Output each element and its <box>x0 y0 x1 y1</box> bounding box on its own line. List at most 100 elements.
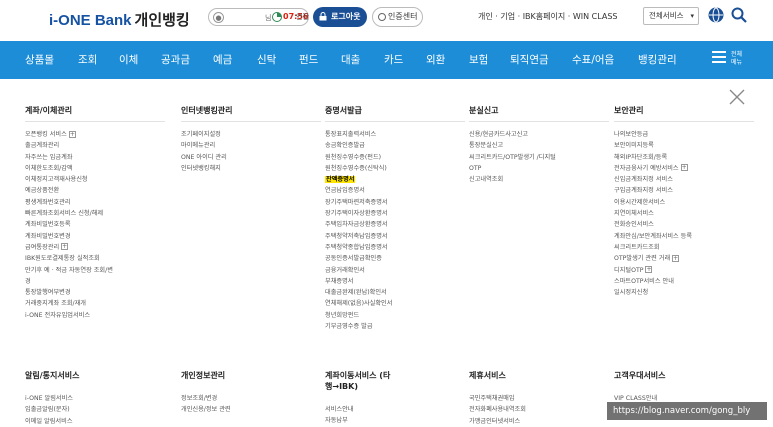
menu-link[interactable]: 금융거래확인서 <box>325 265 465 276</box>
menu-link[interactable]: 신용/현금카드사고신고 <box>469 129 609 140</box>
menu-link[interactable]: 연체해제(없음)사실확인서 <box>325 298 465 309</box>
menu-link[interactable]: 자동납부 <box>325 415 465 426</box>
menu-link[interactable]: 보안이미지등록 <box>614 140 754 151</box>
nav-item-pension[interactable]: 퇴직연금 <box>510 41 549 79</box>
top-links[interactable]: 개인 · 기업 · IBK홈페이지 · WIN CLASS <box>478 11 618 22</box>
search-icon[interactable] <box>731 7 747 23</box>
menu-link[interactable]: 전자화폐사용내역조회 <box>469 404 609 415</box>
menu-link[interactable]: 통장발행여부변경 <box>25 287 165 298</box>
menu-link[interactable]: 전자금융사기 예방서비스 + <box>614 163 754 174</box>
menu-link[interactable]: 입출금알림(문자) <box>25 404 165 415</box>
menu-link[interactable]: 공동인증서발급확인증 <box>325 253 465 264</box>
menu-link[interactable]: 이체한도조회/감액 <box>25 163 165 174</box>
menu-link[interactable]: 원천징수영수증(신탁식) <box>325 163 465 174</box>
menu-link[interactable]: 신입금계좌지정 서비스 <box>614 174 754 185</box>
nav-item-fx[interactable]: 외환 <box>426 41 445 79</box>
menu-link[interactable]: 마이메뉴관리 <box>181 140 321 151</box>
nav-item-trust[interactable]: 신탁 <box>257 41 276 79</box>
menu-link[interactable]: 오픈뱅킹 서비스 + <box>25 129 165 140</box>
menu-link[interactable]: 거래중지계좌 조회/재개 <box>25 298 165 309</box>
menu-link[interactable]: 이체정지고객재사용신청 <box>25 174 165 185</box>
menu-link[interactable]: 국민주택채권매입 <box>469 393 609 404</box>
logout-button[interactable]: 로그아웃 <box>313 7 367 27</box>
menu-link[interactable]: 빠른계좌조회서비스 신청/해제 <box>25 208 115 219</box>
menu-link[interactable]: 신고내역조회 <box>469 174 609 185</box>
menu-link[interactable]: 부채증명서 <box>325 276 465 287</box>
menu-link[interactable]: 연금납입증명서 <box>325 185 465 196</box>
menu-link[interactable]: 이용시간제한서비스 <box>614 197 754 208</box>
menu-link[interactable]: 계좌비밀번호변경 <box>25 231 165 242</box>
nav-item-shop[interactable]: 상품몰 <box>25 41 54 79</box>
menu-link[interactable]: 출금계좌관리 <box>25 140 165 151</box>
menu-link[interactable]: 급여통장관리 + <box>25 242 165 253</box>
nav-item-check[interactable]: 수표/어음 <box>572 41 614 79</box>
menu-link[interactable]: 주택청약저축납입증명서 <box>325 231 465 242</box>
menu-link[interactable]: 주택임차자금상환증명서 <box>325 219 465 230</box>
menu-link[interactable]: 만기후 예 · 적금 자동연장 조회/변경 <box>25 265 115 288</box>
nav-item-banking-mgmt[interactable]: 뱅킹관리 <box>638 41 677 79</box>
cert-icon <box>378 13 386 21</box>
menu-link[interactable]: 잔액증명서 <box>325 174 465 185</box>
menu-link[interactable]: 통장분실신고 <box>469 140 609 151</box>
menu-link-label: 주택청약종합납입증명서 <box>325 243 388 251</box>
menu-link[interactable]: 송금확인증발급 <box>325 140 465 151</box>
menu-link[interactable]: 장기주택마련저축증명서 <box>325 197 465 208</box>
logo[interactable]: i-ONE Bank 개인뱅킹 <box>49 9 190 30</box>
plus-icon[interactable]: + <box>672 254 680 262</box>
menu-link[interactable]: 자주쓰는 입금계좌 <box>25 152 165 163</box>
menu-link[interactable]: 청년희망펀드 <box>325 310 465 321</box>
menu-link[interactable]: 장기주택이자상환증명서 <box>325 208 465 219</box>
plus-icon[interactable]: + <box>68 130 76 138</box>
all-menu-label[interactable]: 전체메뉴 <box>731 51 747 67</box>
menu-link[interactable]: 스마트OTP서비스 안내 <box>614 276 754 287</box>
menu-link[interactable]: i-ONE 알림서비스 <box>25 393 165 404</box>
plus-icon[interactable]: + <box>645 266 653 274</box>
menu-link[interactable]: 계좌비밀번호등록 <box>25 219 165 230</box>
menu-link[interactable]: OTP발생기 관련 거래 + <box>614 253 754 264</box>
plus-icon[interactable]: + <box>61 243 69 251</box>
menu-link[interactable]: 정보조회/변경 <box>181 393 321 404</box>
menu-link[interactable]: 평생계좌번호관리 <box>25 197 165 208</box>
menu-link[interactable]: 지연이체서비스 <box>614 208 754 219</box>
nav-item-fund[interactable]: 펀드 <box>299 41 318 79</box>
nav-item-insurance[interactable]: 보험 <box>469 41 488 79</box>
nav-item-card[interactable]: 카드 <box>384 41 403 79</box>
nav-item-inquiry[interactable]: 조회 <box>78 41 97 79</box>
menu-link[interactable]: 씨크리트카드조회 <box>614 242 754 253</box>
nav-item-transfer[interactable]: 이체 <box>119 41 138 79</box>
menu-link[interactable]: 주택청약종합납입증명서 <box>325 242 465 253</box>
menu-link[interactable]: 해외IP차단조회/등록 <box>614 152 754 163</box>
menu-link[interactable]: 대출금완제(완납)확인서 <box>325 287 465 298</box>
menu-link[interactable]: 계좌안심/보안계좌서비스 등록 <box>614 231 754 242</box>
menu-link[interactable]: 전화승인서비스 <box>614 219 754 230</box>
globe-icon[interactable] <box>708 7 724 23</box>
menu-link[interactable]: 씨크리트카드/OTP발생기 /디지털OTP <box>469 152 559 175</box>
menu-link[interactable]: 통장표지출력서비스 <box>325 129 465 140</box>
menu-link[interactable]: 디지털OTP + <box>614 265 754 276</box>
menu-link[interactable]: 가맹금인터넷서비스 <box>469 416 609 427</box>
menu-link[interactable]: IBK원도로결제통장 실적조회 <box>25 253 115 264</box>
menu-link[interactable]: 서비스안내 <box>325 404 465 415</box>
menu-link[interactable]: 원천징수영수증(펀드) <box>325 152 465 163</box>
session-extend-button[interactable]: 연장 <box>296 12 309 22</box>
menu-link[interactable]: 구입금계좌지정 서비스 <box>614 185 754 196</box>
menu-link[interactable]: 인터넷뱅킹해지 <box>181 163 321 174</box>
hamburger-icon[interactable] <box>712 51 726 63</box>
menu-link-label: 잔액증명서 <box>325 176 356 184</box>
menu-link[interactable]: ONE 아이디 관리 <box>181 152 321 163</box>
all-services-select[interactable]: 전체서비스 ▾ <box>643 7 699 25</box>
menu-link[interactable]: 기부금영수증 발급 <box>325 321 465 332</box>
menu-link[interactable]: 이메일 알림서비스 <box>25 416 165 427</box>
menu-link[interactable]: 나의보안등급 <box>614 129 754 140</box>
menu-link[interactable]: 개인신용/정보 관련 <box>181 404 321 415</box>
menu-link[interactable]: 조기페이지설정 <box>181 129 321 140</box>
menu-link[interactable]: 예금상품전환 <box>25 185 165 196</box>
nav-item-utility[interactable]: 공과금 <box>161 41 190 79</box>
plus-icon[interactable]: + <box>680 164 688 172</box>
cert-center-button[interactable]: 인증센터 <box>372 7 423 27</box>
nav-item-loan[interactable]: 대출 <box>341 41 360 79</box>
menu-link[interactable]: 일시정지신청 <box>614 287 754 298</box>
menu-link[interactable]: i-ONE 전자유입업서비스 <box>25 310 165 321</box>
close-icon[interactable] <box>729 89 745 105</box>
nav-item-deposit[interactable]: 예금 <box>213 41 232 79</box>
